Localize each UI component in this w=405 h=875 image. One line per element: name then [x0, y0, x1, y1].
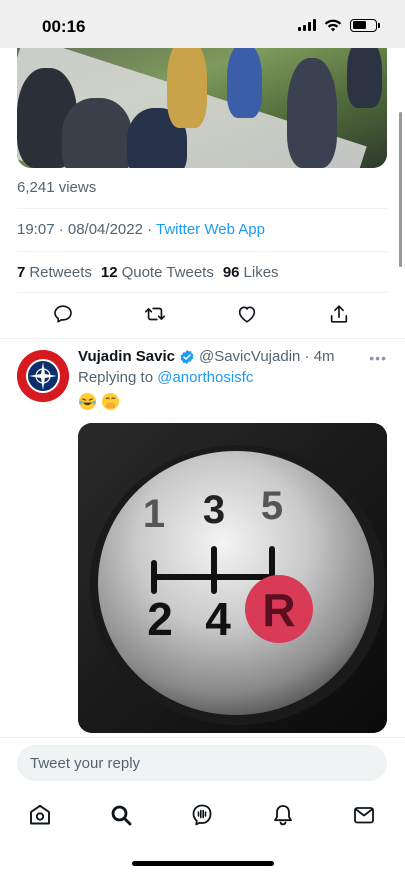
replying-to: Replying to @anorthosisfc: [78, 369, 253, 386]
timestamp-text: 19:07 · 08/04/2022 ·: [17, 221, 156, 238]
gear-label-1: 1: [143, 492, 165, 536]
mail-icon[interactable]: [352, 803, 376, 827]
likes-stat[interactable]: 96 Likes: [223, 264, 279, 281]
tweet-stats: 7 Retweets 12 Quote Tweets 96 Likes: [17, 264, 279, 281]
scroll-indicator[interactable]: [399, 112, 402, 267]
divider: [17, 292, 388, 293]
battery-icon: [350, 18, 380, 32]
status-time: 00:16: [42, 17, 86, 36]
comment-icon[interactable]: [52, 303, 74, 325]
share-icon[interactable]: [328, 303, 350, 325]
divider: [0, 338, 405, 339]
bottom-tab-bar: [0, 795, 405, 835]
status-bar: 00:16: [0, 0, 405, 48]
gear-label-5: 5: [261, 484, 283, 528]
retweets-stat[interactable]: 7 Retweets: [17, 264, 92, 281]
divider: [17, 208, 388, 209]
reply-input[interactable]: Tweet your reply: [17, 745, 387, 781]
home-indicator: [132, 861, 274, 866]
retweet-icon[interactable]: [144, 303, 166, 325]
likes-label: Likes: [243, 264, 279, 281]
quote-count: 12: [100, 264, 118, 281]
author-name[interactable]: Vujadin Savic: [78, 348, 175, 365]
gear-knob-photo: 1 3 5 2 4 R: [78, 423, 387, 733]
spaces-icon[interactable]: [190, 803, 214, 827]
author-handle[interactable]: @SavicVujadin · 4m: [199, 348, 335, 365]
divider: [17, 251, 388, 252]
nato-emblem-icon: [17, 350, 69, 402]
hand-over-mouth-emoji-icon: [101, 392, 120, 411]
bell-icon[interactable]: [271, 803, 295, 827]
wifi-icon: [324, 19, 342, 32]
status-icons: [298, 18, 380, 32]
author-line: Vujadin Savic @SavicVujadin · 4m: [78, 348, 335, 365]
home-icon[interactable]: [28, 803, 52, 827]
signal-icon: [298, 19, 316, 31]
gear-label-2: 2: [147, 593, 173, 645]
retweets-count: 7: [17, 264, 26, 281]
video-crowd: [62, 98, 132, 168]
search-icon[interactable]: [109, 803, 133, 827]
reply-media-image[interactable]: 1 3 5 2 4 R: [78, 423, 387, 733]
video-player: [227, 43, 262, 118]
video-player: [347, 38, 382, 108]
verified-badge-icon: [180, 349, 194, 364]
tweet-actions: [0, 303, 405, 329]
gear-label-reverse: R: [262, 584, 295, 636]
quote-label: Quote Tweets: [121, 264, 214, 281]
composer-divider: [0, 737, 405, 738]
heart-icon[interactable]: [236, 303, 258, 325]
tweet-timestamp: 19:07 · 08/04/2022 · Twitter Web App: [17, 221, 265, 238]
replying-prefix: Replying to: [78, 369, 158, 386]
retweets-label: Retweets: [29, 264, 92, 281]
quote-tweets-stat[interactable]: 12 Quote Tweets: [101, 264, 214, 281]
more-options-icon[interactable]: •••: [369, 350, 387, 366]
video-player: [287, 58, 337, 168]
gear-label-4: 4: [205, 593, 231, 645]
video-thumbnail[interactable]: [17, 28, 387, 168]
gear-label-3: 3: [203, 488, 225, 532]
view-count: 6,241 views: [17, 179, 97, 196]
reply-emojis: [78, 392, 120, 411]
avatar[interactable]: [17, 350, 69, 402]
video-player: [167, 38, 207, 128]
likes-count: 96: [222, 264, 240, 281]
source-link[interactable]: Twitter Web App: [156, 221, 265, 238]
replying-mention[interactable]: @anorthosisfc: [157, 369, 253, 386]
laughing-tears-emoji-icon: [78, 392, 97, 411]
